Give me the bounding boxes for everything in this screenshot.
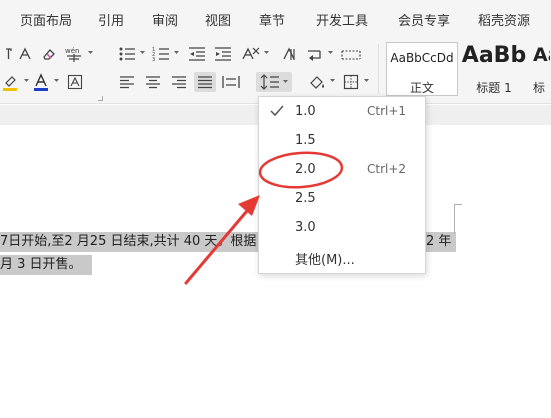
svg-text:3: 3 [152,57,155,62]
align-right-icon[interactable] [168,72,190,92]
menu-member[interactable]: 会员专享 [398,10,450,29]
style-heading-1-sample: AaBb [461,43,527,68]
check-icon [270,105,284,117]
menu-bar: 页面布局 引用 审阅 视图 章节 开发工具 会员专享 稻壳资源 [0,0,551,36]
menu-section[interactable]: 章节 [259,10,285,29]
document-line-2[interactable]: 月 3 日开售。 [0,255,92,275]
distributed-icon[interactable] [220,72,242,92]
line-spacing-option-other[interactable]: 其他(M)... [259,244,425,270]
decrease-indent-icon[interactable] [186,44,208,64]
increase-indent-icon[interactable] [212,44,234,64]
line-spacing-option-shortcut: Ctrl+2 [367,162,407,176]
style-heading-1[interactable]: AaBb 标题 1 [458,42,530,96]
group-launcher-icon[interactable] [98,96,103,101]
style-heading-2-label: 标 [533,81,546,95]
style-heading-2-sample: Aa [533,44,550,66]
line-spacing-option-1-0[interactable]: 1.0 Ctrl+1 [259,99,425,125]
show-marks-icon[interactable] [278,44,300,64]
shading-icon[interactable] [306,72,335,92]
borders-icon[interactable] [340,72,369,92]
table-borders-icon[interactable] [340,44,362,64]
font-size-icon[interactable] [14,44,36,64]
document-line-1-text: 7日开始,至2 月25 日结束,共计 40 天。根据 [0,234,257,249]
justify-icon[interactable] [194,72,216,92]
menu-view[interactable]: 视图 [205,10,231,29]
menu-references[interactable]: 引用 [98,10,124,29]
document-line-1-tail: 2 年 [426,234,452,249]
align-center-icon[interactable] [142,72,164,92]
sort-icon[interactable] [304,44,333,64]
line-spacing-option-label: 1.5 [295,133,316,148]
style-normal-label: 正文 [409,81,434,95]
align-left-icon[interactable] [116,72,138,92]
char-border-icon[interactable] [64,72,86,92]
style-normal-sample: AaBbCcDd [390,51,454,65]
menu-page-layout[interactable]: 页面布局 [20,10,72,29]
line-spacing-dropdown: 1.0 Ctrl+1 1.5 2.0 Ctrl+2 2.5 3.0 其他(M).… [258,96,426,274]
numbered-list-icon[interactable]: 123 [150,44,179,64]
line-spacing-option-label: 2.0 [295,162,316,177]
line-spacing-option-label: 3.0 [295,220,316,235]
line-spacing-option-3-0[interactable]: 3.0 [259,215,425,241]
line-spacing-option-label: 1.0 [295,104,316,119]
line-spacing-button[interactable] [256,72,292,92]
svg-text:wén: wén [65,47,79,55]
line-spacing-option-2-0[interactable]: 2.0 Ctrl+2 [259,157,425,183]
menu-docer[interactable]: 稻壳资源 [478,10,530,29]
line-spacing-option-1-5[interactable]: 1.5 [259,128,425,154]
menu-review[interactable]: 审阅 [152,10,178,29]
page-margin-marker [454,204,462,234]
document-line-2-text: 月 3 日开售。 [0,257,82,272]
chinese-layout-icon[interactable] [240,44,269,64]
line-spacing-option-label: 其他(M)... [295,253,355,268]
ribbon-divider [378,44,379,94]
line-spacing-option-shortcut: Ctrl+1 [367,104,407,118]
line-spacing-option-2-5[interactable]: 2.5 [259,186,425,212]
bullet-list-icon[interactable] [116,44,145,64]
style-heading-2[interactable]: Aa 标 [530,42,551,96]
phonetic-guide-icon[interactable]: wén [64,44,93,64]
eraser-icon[interactable] [38,44,60,64]
style-normal[interactable]: AaBbCcDd 正文 [386,42,458,96]
highlight-icon[interactable] [0,72,29,92]
style-heading-1-label: 标题 1 [476,81,512,95]
font-color-icon[interactable] [30,72,59,92]
line-spacing-icon [260,74,279,90]
line-spacing-option-label: 2.5 [295,191,316,206]
menu-developer[interactable]: 开发工具 [316,10,368,29]
